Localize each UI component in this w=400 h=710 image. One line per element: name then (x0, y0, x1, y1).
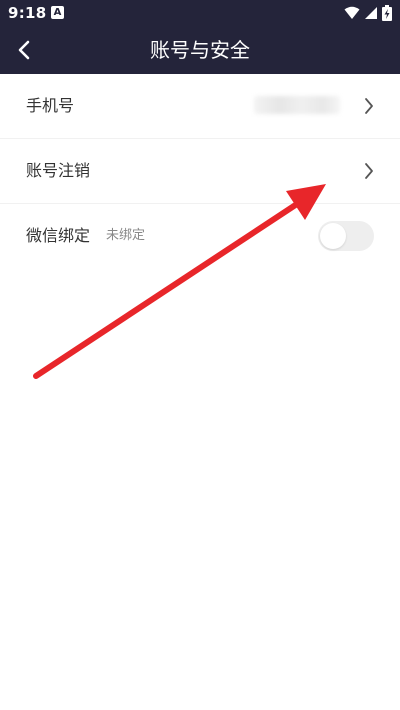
wifi-icon (344, 6, 360, 19)
chevron-left-icon (18, 40, 30, 60)
phone-number-label: 手机号 (26, 96, 75, 115)
account-cancellation-label: 账号注销 (26, 161, 91, 180)
chevron-right-icon (365, 163, 373, 179)
notification-icon: A (51, 6, 64, 19)
page-title: 账号与安全 (150, 38, 250, 62)
back-button[interactable] (8, 34, 40, 66)
chevron-right-icon (365, 98, 373, 114)
status-bar: 9:18 A (0, 0, 400, 26)
wechat-binding-row: 微信绑定 未绑定 (0, 204, 400, 268)
phone-number-value-blurred (254, 96, 340, 114)
toggle-knob (320, 223, 346, 249)
status-icons (344, 5, 392, 21)
battery-charging-icon (382, 5, 392, 21)
phone-number-row[interactable]: 手机号 (0, 74, 400, 139)
wechat-binding-label: 微信绑定 (26, 226, 91, 245)
account-cancellation-row[interactable]: 账号注销 (0, 139, 400, 204)
signal-icon (365, 7, 377, 19)
status-time: 9:18 (8, 4, 47, 22)
wechat-binding-status: 未绑定 (106, 228, 146, 243)
header-bar: 账号与安全 (0, 26, 400, 74)
wechat-binding-toggle[interactable] (318, 221, 374, 251)
settings-list: 手机号 账号注销 微信绑定 未绑定 (0, 74, 400, 268)
